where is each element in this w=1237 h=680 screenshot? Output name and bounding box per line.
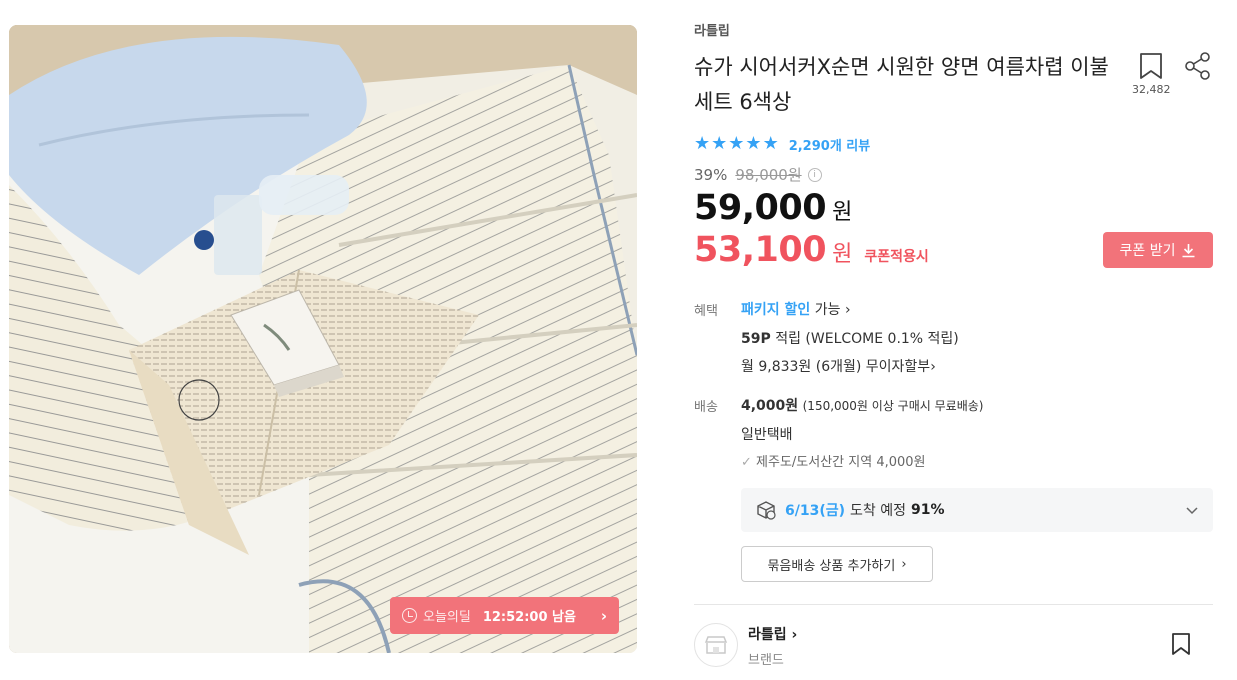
deal-label: 오늘의딜 [423, 610, 471, 625]
bedding-photo [9, 25, 637, 653]
extra-region-row: ✓ 제주도/도서산간 지역 4,000원 [741, 451, 926, 470]
star-icon: ★ [711, 133, 728, 154]
shipping-method: 일반택배 [741, 427, 793, 443]
rating-row[interactable]: ★ ★ ★ ★ ★ 2,290개 리뷰 [694, 134, 870, 154]
rating-stars: ★ ★ ★ ★ ★ [694, 135, 779, 153]
sale-price-unit: 원 [832, 200, 853, 225]
seller-name-link[interactable]: 라틀립 › [748, 624, 797, 644]
coupon-price-unit: 원 [832, 242, 853, 267]
share-button[interactable] [1184, 52, 1212, 80]
todays-deal-badge[interactable]: 오늘의딜 12:52:00 남음 › [390, 597, 619, 634]
share-icon [1185, 52, 1210, 80]
arrival-date: 6/13(금) [785, 503, 846, 519]
product-image[interactable]: 오늘의딜 12:52:00 남음 › [9, 25, 637, 653]
arrival-percent: 91% [911, 502, 945, 518]
store-icon [704, 636, 728, 654]
bookmark-icon [1172, 633, 1190, 655]
coupon-download-button[interactable]: 쿠폰 받기 [1103, 232, 1213, 268]
arrival-estimate-box[interactable]: 6/13(금) 도착 예정 91% [741, 488, 1213, 532]
chevron-down-icon [1186, 507, 1198, 515]
extra-region-text: 제주도/도서산간 지역 4,000원 [756, 455, 926, 470]
points-text: 적립 (WELCOME 0.1% 적립) [775, 331, 959, 347]
coupon-price-value: 53,100 [694, 230, 827, 270]
discount-percent: 39% [694, 165, 728, 184]
seller-avatar[interactable] [694, 623, 738, 667]
points-row: 59P 적립 (WELCOME 0.1% 적립) [741, 328, 959, 348]
check-icon: ✓ [741, 455, 752, 470]
brand-link[interactable]: 라틀립 [694, 20, 730, 39]
shipping-fee-note: (150,000원 이상 구매시 무료배송) [802, 399, 984, 413]
points-value: 59P [741, 331, 771, 347]
info-icon[interactable]: i [807, 167, 822, 182]
bundle-button-label: 묶음배송 상품 추가하기 [767, 558, 896, 574]
review-count-link[interactable]: 2,290개 리뷰 [789, 135, 871, 154]
coupon-price: 53,100 원 쿠폰적용시 [694, 230, 929, 270]
clock-icon [402, 608, 417, 623]
star-icon: ★ [694, 133, 711, 154]
chevron-right-icon: › [791, 627, 798, 643]
bookmark-icon [1140, 53, 1162, 79]
package-discount-row[interactable]: 패키지 할인 가능 › [741, 299, 851, 319]
shipping-label: 배송 [694, 400, 718, 415]
original-price-row: 39% 98,000원 i [694, 164, 822, 185]
chevron-right-icon: › [901, 556, 907, 572]
download-icon [1182, 243, 1195, 257]
star-icon: ★ [728, 133, 745, 154]
delivery-box-icon [757, 501, 776, 520]
product-info-panel: 라틀립 슈가 시어서커X순면 시원한 양면 여름차렵 이불 세트 6색상 32,… [694, 0, 1214, 680]
chevron-right-icon: › [600, 606, 607, 625]
seller-type: 브랜드 [748, 653, 784, 668]
installment-row[interactable]: 월 9,833원 (6개월) 무이자할부› [741, 356, 936, 376]
product-title: 슈가 시어서커X순면 시원한 양면 여름차렵 이불 세트 6색상 [694, 55, 1109, 114]
star-icon: ★ [762, 133, 779, 154]
shipping-fee: 4,000원 [741, 398, 799, 414]
bookmark-count: 32,482 [1132, 83, 1171, 96]
star-icon: ★ [745, 133, 762, 154]
coupon-applied-tag: 쿠폰적용시 [864, 249, 929, 265]
arrival-text: 도착 예정 [850, 503, 906, 519]
chevron-right-icon: › [930, 359, 936, 375]
seller-name: 라틀립 [748, 627, 787, 643]
package-discount-link[interactable]: 패키지 할인 [741, 302, 810, 318]
sale-price: 59,000 원 [694, 188, 852, 228]
bookmark-button[interactable]: 32,482 [1132, 52, 1171, 96]
package-discount-suffix: 가능 [814, 302, 841, 318]
bundle-shipping-button[interactable]: 묶음배송 상품 추가하기 › [741, 546, 933, 582]
seller-bookmark-button[interactable] [1170, 632, 1192, 660]
installment-text: 월 9,833원 (6개월) 무이자할부 [741, 359, 931, 375]
coupon-button-label: 쿠폰 받기 [1119, 243, 1176, 259]
sale-price-value: 59,000 [694, 188, 827, 228]
benefits-label: 혜택 [694, 304, 718, 319]
shipping-fee-row: 4,000원 (150,000원 이상 구매시 무료배송) [741, 395, 983, 415]
original-price: 98,000원 [735, 166, 802, 184]
chevron-right-icon: › [844, 302, 851, 318]
divider [694, 604, 1213, 605]
deal-timer: 12:52:00 남음 [482, 610, 576, 625]
